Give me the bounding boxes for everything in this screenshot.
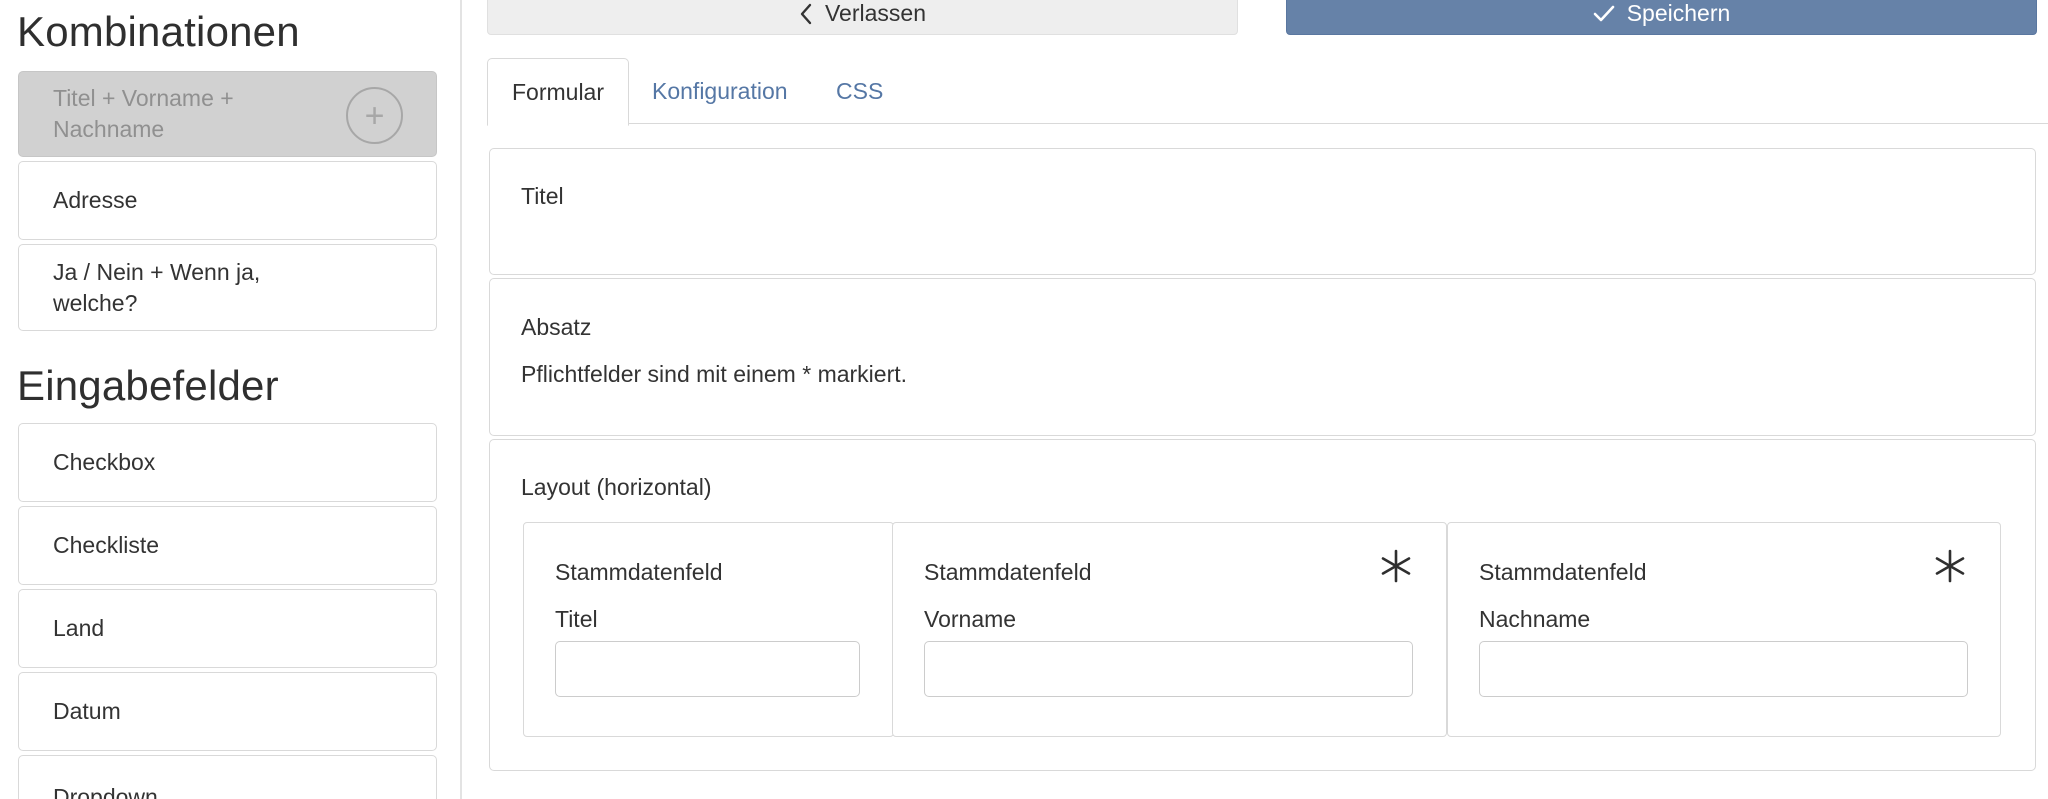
field-label: Titel: [555, 606, 598, 632]
palette-item-checkliste[interactable]: Checkliste: [18, 506, 437, 585]
vorname-input[interactable]: [924, 641, 1413, 697]
chevron-left-icon: [800, 3, 812, 24]
element-palette-sidebar: Kombinationen Titel + Vorname + Nachname…: [0, 0, 462, 799]
save-button[interactable]: Speichern: [1286, 0, 2037, 35]
block-type-label: Absatz: [521, 314, 592, 340]
field-label: Nachname: [1479, 606, 1591, 632]
palette-item-adresse[interactable]: Adresse: [18, 161, 437, 240]
form-block-absatz[interactable]: Absatz Pflichtfelder sind mit einem * ma…: [489, 278, 2036, 436]
palette-item-label: Adresse: [53, 187, 138, 213]
inputs-heading: Eingabefelder: [17, 362, 279, 409]
palette-item-land[interactable]: Land: [18, 589, 437, 668]
palette-item-label: Titel + Vorname + Nachname: [53, 85, 234, 142]
block-type-label: Titel: [521, 183, 564, 209]
field-card-vorname[interactable]: Stammdatenfeld Vorname: [892, 522, 1447, 737]
tab-label: CSS: [836, 77, 884, 104]
paragraph-text: Pflichtfelder sind mit einem * markiert.: [521, 361, 908, 387]
tab-css[interactable]: CSS: [836, 58, 883, 124]
combinations-heading: Kombinationen: [17, 8, 300, 55]
required-asterisk-icon: [1381, 549, 1411, 583]
field-card-titel[interactable]: Stammdatenfeld Titel: [523, 522, 894, 737]
editor-tabs: Formular Konfiguration CSS: [487, 58, 2048, 126]
tab-label: Konfiguration: [652, 77, 788, 104]
plus-circle-icon[interactable]: +: [346, 87, 403, 144]
palette-item-dropdown[interactable]: Dropdown: [18, 755, 437, 799]
palette-item-label: Dropdown: [53, 784, 158, 799]
checkmark-icon: [1593, 5, 1615, 21]
tab-konfiguration[interactable]: Konfiguration: [652, 58, 788, 124]
block-type-label: Layout (horizontal): [521, 474, 712, 500]
form-block-layout-horizontal[interactable]: Layout (horizontal) Stammdatenfeld Titel…: [489, 439, 2036, 771]
leave-button[interactable]: Verlassen: [487, 0, 1238, 35]
titel-input[interactable]: [555, 641, 860, 697]
palette-item-label: Datum: [53, 698, 121, 724]
save-button-label: Speichern: [1626, 0, 1731, 26]
palette-item-ja-nein-wenn-ja[interactable]: Ja / Nein + Wenn ja, welche?: [18, 244, 437, 331]
palette-item-label: Ja / Nein + Wenn ja, welche?: [53, 258, 261, 316]
palette-item-checkbox[interactable]: Checkbox: [18, 423, 437, 502]
field-type-label: Stammdatenfeld: [1479, 559, 1647, 585]
required-asterisk-icon: [1935, 549, 1965, 583]
nachname-input[interactable]: [1479, 641, 1968, 697]
tab-label: Formular: [512, 78, 605, 105]
palette-item-label: Checkliste: [53, 532, 160, 558]
field-type-label: Stammdatenfeld: [555, 559, 723, 585]
tab-formular[interactable]: Formular: [487, 58, 630, 126]
leave-button-label: Verlassen: [824, 0, 926, 26]
field-label: Vorname: [924, 606, 1017, 632]
field-type-label: Stammdatenfeld: [924, 559, 1092, 585]
form-block-titel[interactable]: Titel: [489, 148, 2036, 275]
palette-item-label: Land: [53, 615, 105, 641]
field-card-nachname[interactable]: Stammdatenfeld Nachname: [1447, 522, 2001, 737]
palette-item-datum[interactable]: Datum: [18, 672, 437, 751]
palette-item-label: Checkbox: [53, 449, 156, 475]
palette-item-titel-vorname-nachname[interactable]: Titel + Vorname + Nachname +: [18, 71, 437, 157]
